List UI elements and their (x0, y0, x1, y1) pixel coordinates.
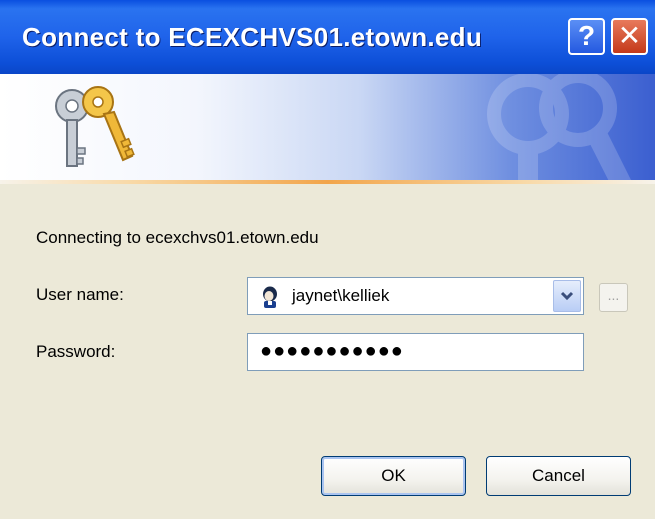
username-dropdown-button[interactable] (553, 280, 581, 312)
ok-button[interactable]: OK (321, 456, 466, 496)
password-value: ●●●●●●●●●●● (260, 340, 404, 362)
title-bar[interactable]: Connect to ECEXCHVS01.etown.edu ? ✕ (0, 0, 655, 74)
window-title: Connect to ECEXCHVS01.etown.edu (22, 22, 483, 52)
keys-watermark-icon (487, 74, 631, 180)
password-field[interactable]: ●●●●●●●●●●● (247, 333, 584, 371)
chevron-down-icon (560, 291, 574, 301)
dialog-body: Connecting to ecexchvs01.etown.edu User … (0, 184, 655, 519)
cancel-button[interactable]: Cancel (486, 456, 631, 496)
browse-label: ... (607, 287, 620, 303)
username-label: User name: (36, 285, 124, 304)
username-combobox[interactable]: jaynet\kelliek (247, 277, 584, 315)
connecting-text: Connecting to ecexchvs01.etown.edu (36, 228, 319, 247)
help-button[interactable]: ? (568, 18, 605, 55)
browse-button[interactable]: ... (599, 283, 628, 312)
user-icon (263, 286, 277, 308)
help-icon: ? (577, 20, 596, 51)
connect-dialog: Connect to ECEXCHVS01.etown.edu ? ✕ Conn… (0, 0, 655, 519)
keys-icon (55, 86, 135, 167)
username-value: jaynet\kelliek (292, 286, 390, 305)
close-button[interactable]: ✕ (611, 18, 648, 55)
banner (0, 74, 655, 180)
close-icon: ✕ (617, 20, 642, 51)
password-label: Password: (36, 342, 116, 361)
